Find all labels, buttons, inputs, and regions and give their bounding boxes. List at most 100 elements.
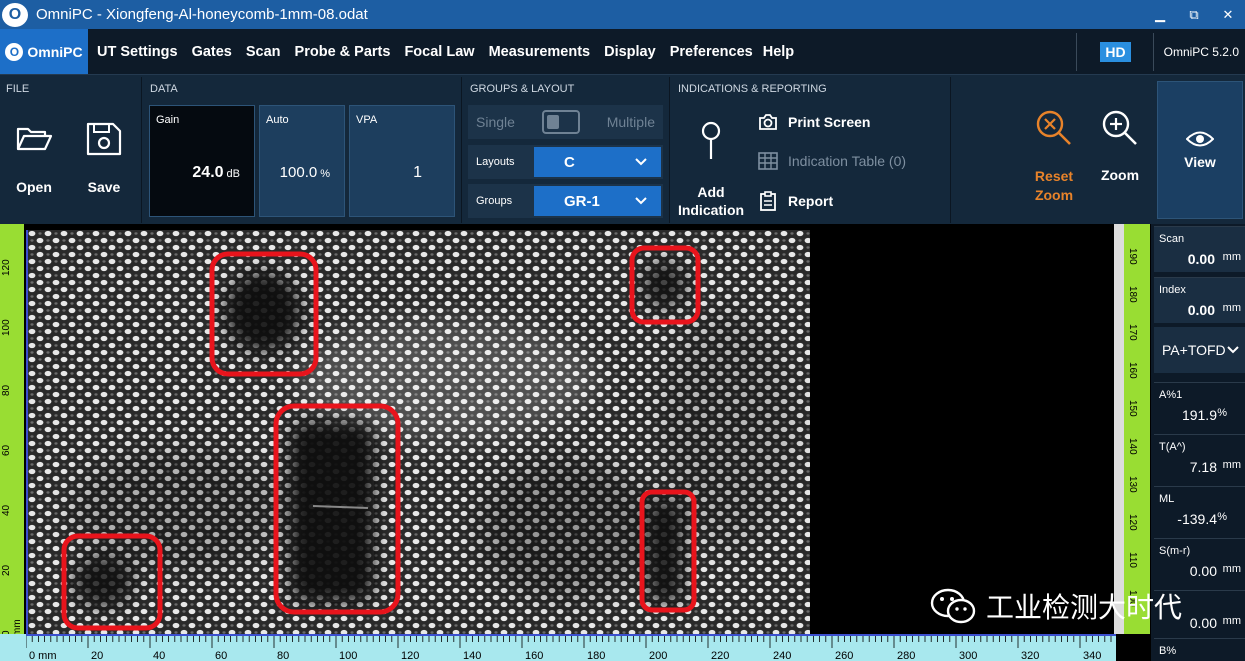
ribbon-divider xyxy=(669,77,670,223)
bottom-ruler-label: 100 xyxy=(339,650,358,661)
omnipc-logo-icon: O xyxy=(5,42,24,61)
menu-scan[interactable]: Scan xyxy=(246,44,281,60)
zoom-in-icon xyxy=(1102,110,1137,145)
single-multiple-toggle: Single Multiple xyxy=(468,105,663,139)
wechat-icon xyxy=(930,588,976,624)
menu-focal-law[interactable]: Focal Law xyxy=(404,44,474,60)
scan-readout[interactable]: Scan 0.00 mm xyxy=(1154,226,1245,272)
b-readout-label: B% xyxy=(1159,645,1177,657)
c-scan-image[interactable] xyxy=(26,230,810,634)
menu-divider xyxy=(1076,33,1077,71)
ml-readout[interactable]: ML -139.4 % xyxy=(1154,486,1245,532)
left-ruler-label: 20 xyxy=(1,564,12,576)
index-readout[interactable]: Index 0.00 mm xyxy=(1154,277,1245,323)
menu-measurements[interactable]: Measurements xyxy=(489,44,591,60)
pin-icon xyxy=(701,121,721,159)
restore-button[interactable]: ⧉ xyxy=(1177,0,1211,29)
view-label: View xyxy=(1184,154,1216,170)
ta-readout-label: T(A^) xyxy=(1159,441,1186,453)
chevron-down-icon xyxy=(635,197,647,205)
vpa-control[interactable]: VPA 1 xyxy=(349,105,455,217)
menu-probe-parts[interactable]: Probe & Parts xyxy=(295,44,391,60)
left-ruler-label: 0 mm xyxy=(1,619,23,636)
add-indication-button[interactable]: Add Indication xyxy=(676,121,746,219)
right-ruler-label: 170 xyxy=(1127,324,1138,341)
mode-value: PA+TOFD xyxy=(1162,342,1226,358)
scan-readout-value: 0.00 xyxy=(1187,251,1215,267)
right-ruler-label: 140 xyxy=(1127,438,1138,455)
extra-readout-unit: mm xyxy=(1222,615,1241,627)
indication-table-label: Indication Table (0) xyxy=(788,153,907,169)
chevron-down-icon xyxy=(635,158,647,166)
ta-readout-unit: mm xyxy=(1222,459,1241,471)
smr-readout[interactable]: S(m-r) 0.00 mm xyxy=(1154,538,1245,584)
reset-zoom-label-1: Reset xyxy=(1034,168,1074,184)
bottom-ruler-label: 80 xyxy=(277,650,290,661)
b-readout[interactable]: B% xyxy=(1154,638,1245,661)
left-ruler[interactable]: 120 100 80 60 40 20 0 mm xyxy=(0,224,24,636)
close-button[interactable]: ✕ xyxy=(1211,0,1245,29)
single-multiple-switch[interactable] xyxy=(541,110,580,134)
hd-badge[interactable]: HD xyxy=(1100,41,1131,62)
left-ruler-label: 120 xyxy=(1,259,12,276)
a1-readout[interactable]: A%1 191.9 % xyxy=(1154,382,1245,428)
bottom-ruler-label: 320 xyxy=(1021,650,1040,661)
version-label: OmniPC 5.2.0 xyxy=(1163,44,1239,59)
app-logo-icon: O xyxy=(2,2,28,27)
layouts-dropdown[interactable]: C xyxy=(534,147,661,177)
menu-ut-settings[interactable]: UT Settings xyxy=(97,44,178,60)
right-ruler[interactable]: 190 180 170 160 150 140 130 120 110 100 xyxy=(1124,224,1150,634)
gain-control[interactable]: Gain 24.0 dB xyxy=(149,105,255,217)
menu-gates[interactable]: Gates xyxy=(192,44,232,60)
ta-readout[interactable]: T(A^) 7.18 mm xyxy=(1154,434,1245,480)
save-disk-icon xyxy=(86,122,122,156)
print-screen-button[interactable]: Print Screen xyxy=(758,113,870,131)
auto-value: 100.0% xyxy=(280,164,330,181)
version-divider xyxy=(1152,32,1154,71)
auto-control[interactable]: Auto 100.0% xyxy=(259,105,345,217)
groups-dropdown[interactable]: GR-1 xyxy=(534,186,661,216)
multiple-label: Multiple xyxy=(606,114,655,130)
index-readout-value: 0.00 xyxy=(1187,302,1215,318)
indication-table-button[interactable]: Indication Table (0) xyxy=(758,152,906,170)
gain-value: 24.0 dB xyxy=(192,164,240,182)
right-ruler-label: 160 xyxy=(1127,362,1138,379)
empty-view-area xyxy=(810,224,1115,634)
omnipc-menu-button[interactable]: O OmniPC xyxy=(0,29,88,74)
minimize-button[interactable]: ▁ xyxy=(1143,0,1177,29)
ribbon-divider xyxy=(461,77,462,223)
bottom-ruler-label: 180 xyxy=(587,650,606,661)
auto-label: Auto xyxy=(266,114,289,126)
mode-dropdown[interactable]: PA+TOFD xyxy=(1154,327,1245,373)
reset-zoom-button[interactable]: Reset Zoom xyxy=(1026,109,1082,205)
menu-display[interactable]: Display xyxy=(604,44,656,60)
menu-help[interactable]: Help xyxy=(763,44,794,60)
view-button[interactable]: View xyxy=(1157,81,1243,219)
menu-preferences[interactable]: Preferences xyxy=(670,44,753,60)
save-button[interactable]: Save xyxy=(82,121,126,195)
save-label: Save xyxy=(87,179,121,195)
a1-readout-value: 191.9 xyxy=(1181,407,1217,423)
bottom-ruler-label: 60 xyxy=(215,650,228,661)
left-ruler-label: 60 xyxy=(1,444,12,456)
omnipc-menu-label: OmniPC xyxy=(27,43,83,60)
reset-zoom-icon xyxy=(1036,110,1071,145)
groups-value: GR-1 xyxy=(564,192,600,210)
data-section-label: DATA xyxy=(150,83,178,95)
open-button[interactable]: Open xyxy=(12,123,56,195)
scan-readout-unit: mm xyxy=(1222,251,1241,263)
scan-view: 120 100 80 60 40 20 0 mm xyxy=(0,224,1245,661)
eye-icon xyxy=(1186,131,1214,147)
report-button[interactable]: Report xyxy=(758,191,833,211)
bottom-ruler-label: 240 xyxy=(773,650,792,661)
bottom-ruler-label: 40 xyxy=(153,650,166,661)
watermark-text: 工业检测大时代 xyxy=(986,591,1183,624)
zoom-label: Zoom xyxy=(1100,167,1140,183)
bottom-ruler[interactable]: 0 mm 20 40 60 80 100 120 140 160 180 200 220 240 260 2… xyxy=(26,634,1116,661)
zoom-button[interactable]: Zoom xyxy=(1092,109,1148,183)
ml-readout-label: ML xyxy=(1159,493,1175,505)
title-bar: O OmniPC - Xiongfeng-Al-honeycomb-1mm-08… xyxy=(0,0,1245,29)
right-ruler-label: 120 xyxy=(1127,514,1138,531)
bottom-ruler-label: 120 xyxy=(401,650,420,661)
auto-unit: % xyxy=(320,168,330,180)
